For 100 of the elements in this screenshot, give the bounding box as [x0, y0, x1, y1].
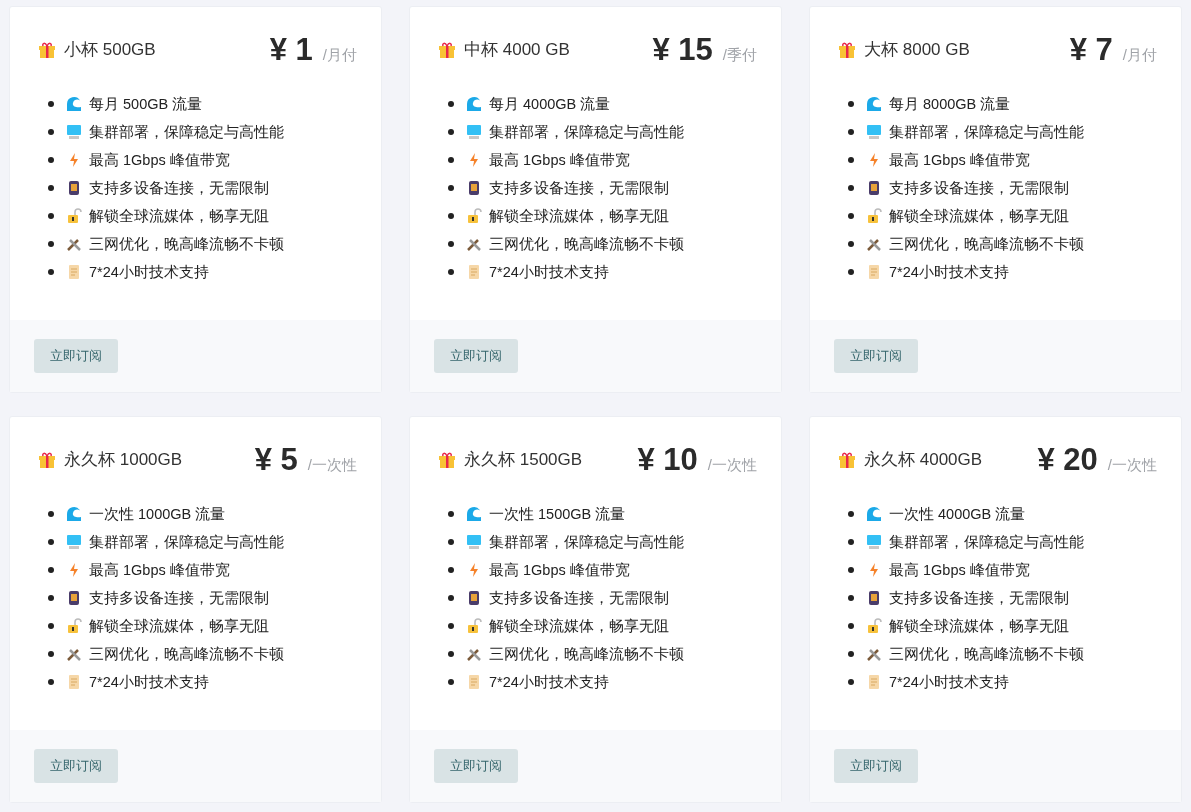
subscribe-button[interactable]: 立即订阅 — [434, 339, 518, 373]
bullet-dot — [448, 269, 454, 275]
bullet-dot — [448, 539, 454, 545]
phone-icon — [66, 180, 82, 196]
bullet-dot — [848, 213, 854, 219]
phone-icon — [466, 590, 482, 606]
billing-period: /月付 — [322, 46, 357, 65]
plan-name: 永久杯 1500GB — [464, 449, 583, 471]
feature-text: 集群部署，保障稳定与高性能 — [889, 122, 1084, 142]
bullet-dot — [48, 679, 54, 685]
tools-icon — [466, 236, 482, 252]
bullet-dot — [48, 595, 54, 601]
feature-text: 一次性 1500GB 流量 — [489, 504, 626, 524]
feature-text: 每月 8000GB 流量 — [889, 94, 1011, 114]
feature-text: 解锁全球流媒体，畅享无阻 — [889, 616, 1069, 636]
price: ¥ 7 — [1069, 32, 1113, 68]
feature-text: 支持多设备连接，无需限制 — [889, 588, 1069, 608]
subscribe-button[interactable]: 立即订阅 — [34, 749, 118, 783]
bullet-dot — [848, 269, 854, 275]
price: ¥ 5 — [254, 442, 298, 478]
feature-text: 7*24小时技术支持 — [489, 262, 609, 282]
unlocked-lock-icon — [466, 618, 482, 634]
bullet-dot — [848, 185, 854, 191]
scroll-icon — [466, 264, 482, 280]
bullet-dot — [48, 129, 54, 135]
bullet-dot — [448, 213, 454, 219]
tools-icon — [466, 646, 482, 662]
subscribe-button[interactable]: 立即订阅 — [434, 749, 518, 783]
scroll-icon — [866, 264, 882, 280]
gift-icon — [438, 450, 456, 469]
bullet-dot — [848, 595, 854, 601]
feature-text: 7*24小时技术支持 — [889, 672, 1009, 692]
monitor-icon — [466, 534, 482, 550]
bullet-dot — [48, 213, 54, 219]
feature-text: 一次性 4000GB 流量 — [889, 504, 1026, 524]
subscribe-button[interactable]: 立即订阅 — [834, 339, 918, 373]
monitor-icon — [66, 124, 82, 140]
bullet-dot — [48, 567, 54, 573]
phone-icon — [466, 180, 482, 196]
feature-text: 最高 1Gbps 峰值带宽 — [89, 560, 230, 580]
feature-text: 支持多设备连接，无需限制 — [89, 178, 269, 198]
bullet-dot — [48, 241, 54, 247]
bullet-dot — [848, 129, 854, 135]
bullet-dot — [448, 185, 454, 191]
price: ¥ 1 — [269, 32, 313, 68]
gift-icon — [438, 40, 456, 59]
bullet-dot — [448, 595, 454, 601]
bullet-dot — [848, 679, 854, 685]
phone-icon — [866, 590, 882, 606]
phone-icon — [66, 590, 82, 606]
scroll-icon — [66, 674, 82, 690]
feature-text: 最高 1Gbps 峰值带宽 — [489, 560, 630, 580]
feature-text: 解锁全球流媒体，畅享无阻 — [489, 616, 669, 636]
feature-text: 解锁全球流媒体，畅享无阻 — [489, 206, 669, 226]
bullet-dot — [848, 567, 854, 573]
bullet-dot — [448, 157, 454, 163]
bullet-dot — [48, 185, 54, 191]
billing-period: /一次性 — [307, 456, 357, 475]
billing-period: /月付 — [1122, 46, 1157, 65]
wave-icon — [866, 96, 882, 112]
bullet-dot — [448, 623, 454, 629]
bullet-dot — [848, 241, 854, 247]
price: ¥ 20 — [1037, 442, 1098, 478]
feature-text: 集群部署，保障稳定与高性能 — [489, 532, 684, 552]
feature-text: 三网优化，晚高峰流畅不卡顿 — [889, 234, 1084, 254]
bullet-dot — [848, 539, 854, 545]
bullet-dot — [48, 269, 54, 275]
bullet-dot — [848, 511, 854, 517]
feature-text: 集群部署，保障稳定与高性能 — [489, 122, 684, 142]
feature-text: 支持多设备连接，无需限制 — [489, 588, 669, 608]
bullet-dot — [848, 623, 854, 629]
bullet-dot — [848, 651, 854, 657]
bullet-dot — [48, 623, 54, 629]
feature-text: 支持多设备连接，无需限制 — [89, 588, 269, 608]
gift-icon — [838, 40, 856, 59]
wave-icon — [466, 506, 482, 522]
monitor-icon — [866, 534, 882, 550]
subscribe-button[interactable]: 立即订阅 — [834, 749, 918, 783]
feature-text: 集群部署，保障稳定与高性能 — [89, 122, 284, 142]
scroll-icon — [866, 674, 882, 690]
wave-icon — [66, 506, 82, 522]
tools-icon — [866, 236, 882, 252]
tools-icon — [66, 646, 82, 662]
feature-text: 解锁全球流媒体，畅享无阻 — [89, 206, 269, 226]
feature-text: 最高 1Gbps 峰值带宽 — [889, 150, 1030, 170]
phone-icon — [866, 180, 882, 196]
feature-text: 一次性 1000GB 流量 — [89, 504, 226, 524]
bullet-dot — [48, 157, 54, 163]
bullet-dot — [448, 567, 454, 573]
feature-text: 7*24小时技术支持 — [89, 672, 209, 692]
gift-icon — [838, 450, 856, 469]
subscribe-button[interactable]: 立即订阅 — [34, 339, 118, 373]
feature-text: 每月 500GB 流量 — [89, 94, 203, 114]
feature-text: 三网优化，晚高峰流畅不卡顿 — [889, 644, 1084, 664]
monitor-icon — [466, 124, 482, 140]
billing-period: /一次性 — [1107, 456, 1157, 475]
bullet-dot — [48, 539, 54, 545]
bullet-dot — [48, 511, 54, 517]
feature-text: 7*24小时技术支持 — [489, 672, 609, 692]
feature-text: 三网优化，晚高峰流畅不卡顿 — [89, 644, 284, 664]
